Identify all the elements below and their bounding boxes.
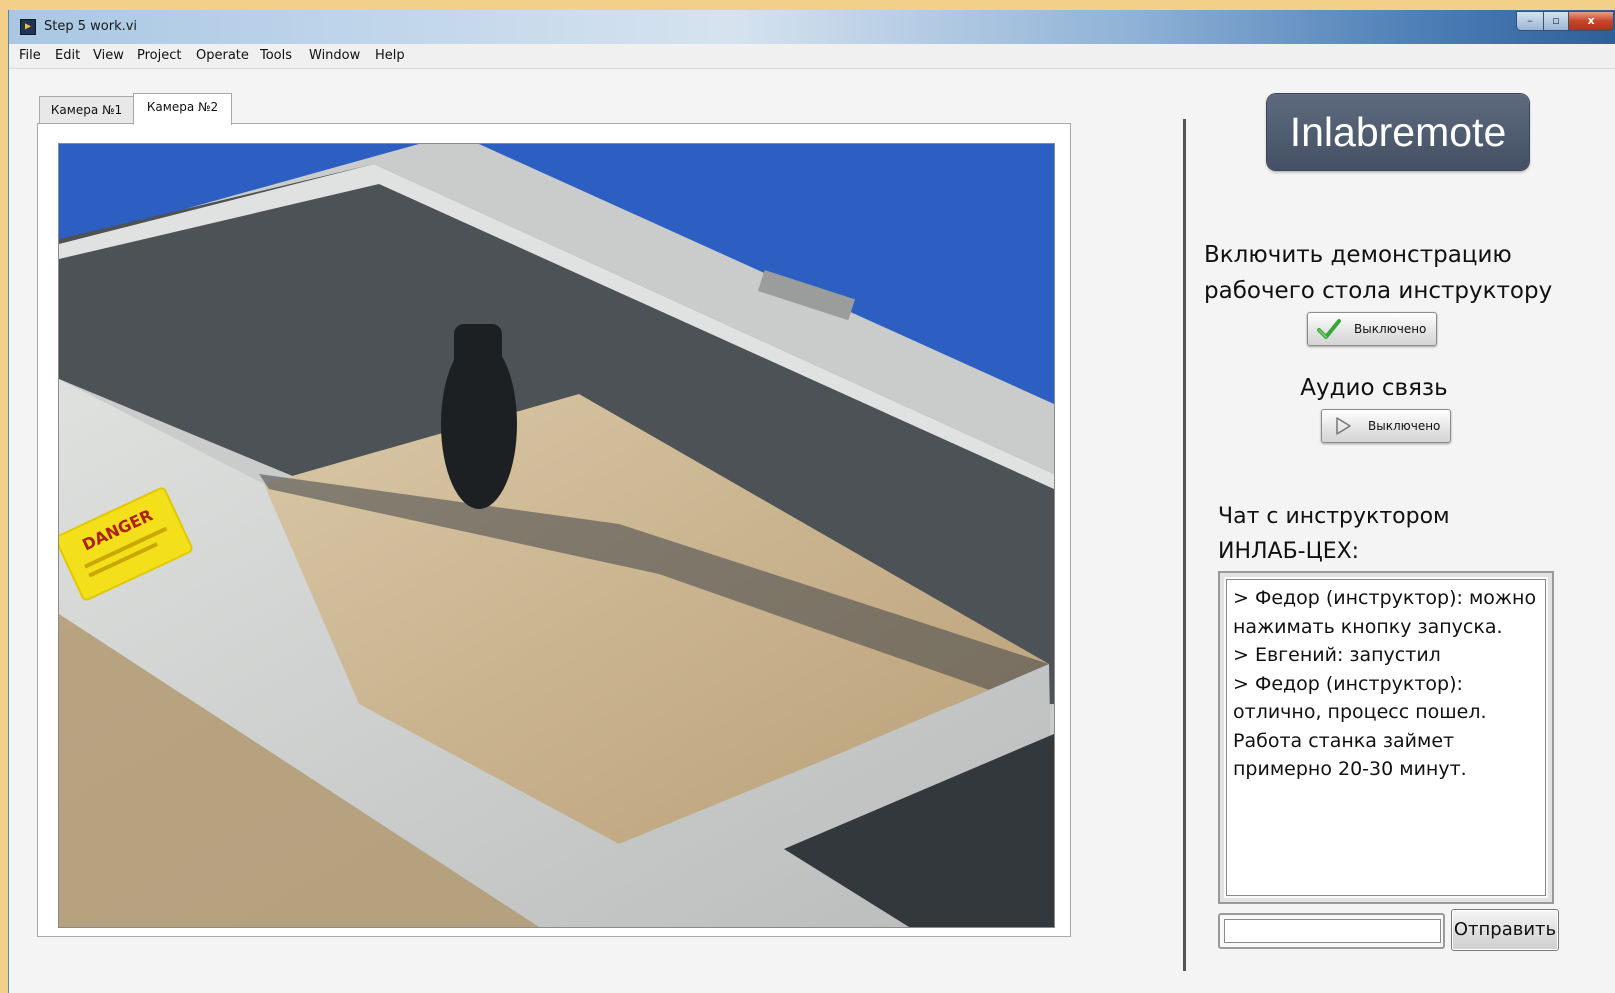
menu-tools[interactable]: Tools	[260, 48, 292, 63]
menu-file[interactable]: File	[19, 48, 41, 63]
desktop-demo-toggle-label: Выключено	[1354, 322, 1427, 336]
maximize-button[interactable]: ▫	[1543, 11, 1569, 31]
panel-divider	[1183, 119, 1186, 971]
menu-operate[interactable]: Operate	[196, 48, 249, 63]
tab-camera-2[interactable]: Камера №2	[133, 93, 232, 125]
labview-vi-icon: ▶	[20, 19, 36, 35]
audio-label: Аудио связь	[1300, 375, 1448, 401]
play-icon	[1336, 417, 1351, 435]
menu-help[interactable]: Help	[375, 48, 405, 63]
minimize-button[interactable]: –	[1516, 11, 1544, 31]
camera-feed-image: DANGER	[59, 144, 1054, 927]
chat-log-frame: > Федор (инструктор): можно нажимать кно…	[1226, 579, 1546, 896]
send-button[interactable]: Отправить	[1451, 909, 1559, 951]
menu-edit[interactable]: Edit	[55, 48, 80, 63]
menu-project[interactable]: Project	[137, 48, 181, 63]
chat-message-field	[1218, 913, 1445, 949]
desktop-demo-label: Включить демонстрацию рабочего стола инс…	[1204, 242, 1553, 304]
desktop-demo-toggle[interactable]: Выключено	[1307, 312, 1437, 346]
tab-panel: DANGER	[37, 123, 1071, 937]
camera-feed: DANGER	[58, 143, 1055, 928]
chat-log[interactable]: > Федор (инструктор): можно нажимать кно…	[1218, 571, 1554, 904]
menu-bar: File Edit View Project Operate Tools Win…	[9, 44, 1615, 69]
menu-view[interactable]: View	[93, 48, 124, 63]
chat-message-input[interactable]	[1224, 919, 1441, 943]
front-panel: Камера №1 Камера №2 DANGER Inlabremote В…	[9, 69, 1615, 993]
checkmark-icon	[1317, 319, 1341, 339]
brand-logo: Inlabremote	[1267, 94, 1529, 170]
audio-toggle-label: Выключено	[1368, 419, 1441, 433]
tab-camera-1[interactable]: Камера №1	[39, 96, 134, 123]
chat-label: Чат с инструктором ИНЛАБ-ЦЕХ:	[1218, 504, 1450, 564]
audio-toggle[interactable]: Выключено	[1321, 409, 1451, 443]
window-title: Step 5 work.vi	[44, 19, 138, 34]
close-button[interactable]: x	[1568, 11, 1614, 31]
chat-log-text: > Федор (инструктор): можно нажимать кно…	[1233, 587, 1537, 780]
menu-window[interactable]: Window	[309, 48, 360, 63]
window-controls: – ▫ x	[1516, 11, 1614, 31]
app-window: ▶ Step 5 work.vi – ▫ x File Edit View Pr…	[8, 10, 1615, 993]
title-bar[interactable]: ▶ Step 5 work.vi – ▫ x	[9, 10, 1615, 45]
